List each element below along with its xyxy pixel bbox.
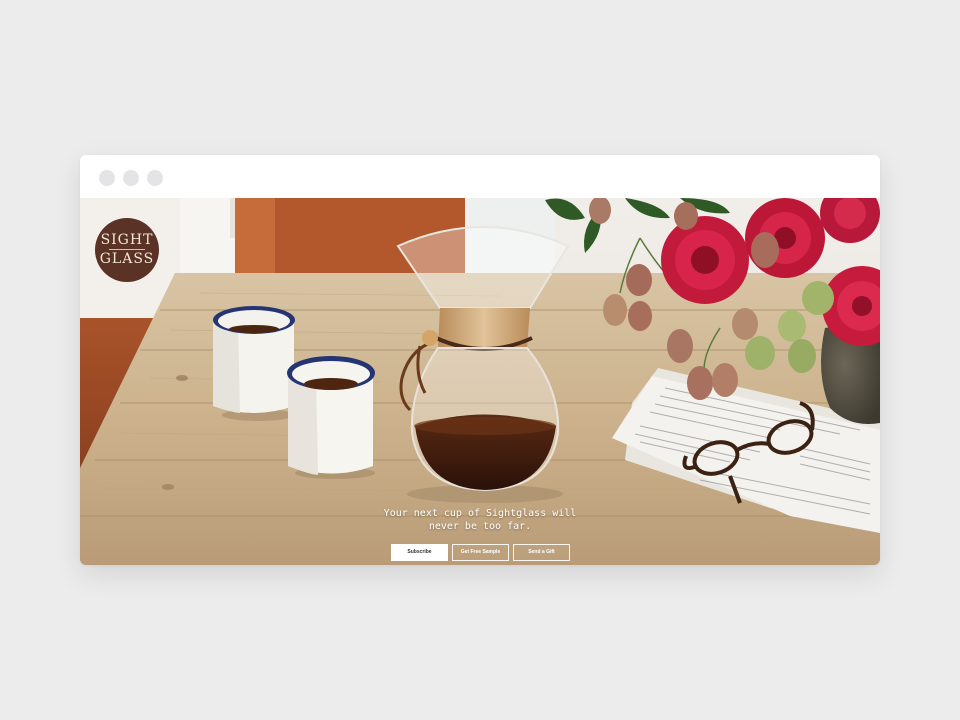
window-maximize-dot[interactable]	[147, 170, 163, 186]
subscribe-button[interactable]: Subscribe	[391, 544, 448, 561]
sightglass-logo[interactable]: SIGHT GLASS	[95, 218, 159, 282]
logo-divider	[109, 249, 145, 250]
logo-text-bottom: GLASS	[99, 251, 155, 267]
get-free-sample-button[interactable]: Get Free Sample	[452, 544, 509, 561]
window-minimize-dot[interactable]	[123, 170, 139, 186]
logo-text-top: SIGHT	[100, 232, 154, 248]
hero-tagline: Your next cup of Sightglass will never b…	[330, 507, 630, 533]
hero-section: SIGHT GLASS Your next cup of Sightglass …	[80, 198, 880, 565]
tagline-line-1: Your next cup of Sightglass will	[383, 508, 577, 519]
send-a-gift-button[interactable]: Send a Gift	[513, 544, 570, 561]
tagline-line-2: never be too far.	[428, 521, 532, 532]
browser-titlebar	[80, 155, 880, 198]
browser-window: SIGHT GLASS Your next cup of Sightglass …	[80, 155, 880, 565]
window-close-dot[interactable]	[99, 170, 115, 186]
